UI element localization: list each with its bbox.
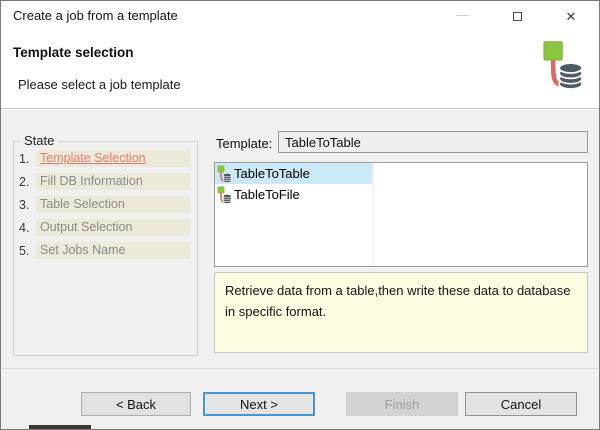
state-panel: State 1. Template Selection 2. Fill DB I…	[13, 141, 198, 356]
wizard-dialog: Create a job from a template — ✕ Templat…	[0, 0, 600, 430]
maximize-button[interactable]	[490, 1, 544, 31]
list-item-tabletofile[interactable]: TableToFile	[215, 184, 372, 205]
step-number: 5.	[19, 244, 36, 258]
cancel-button[interactable]: Cancel	[465, 392, 577, 416]
step-label: Set Jobs Name	[36, 242, 190, 259]
step-number: 3.	[19, 198, 36, 212]
finish-button[interactable]: Finish	[346, 392, 458, 416]
caption-buttons: — ✕	[436, 1, 598, 31]
back-button[interactable]: < Back	[81, 392, 191, 416]
job-template-icon	[217, 186, 232, 204]
minimize-icon: —	[457, 8, 470, 21]
wizard-step-output-selection: 4. Output Selection	[19, 219, 190, 236]
page-subtitle: Please select a job template	[18, 77, 181, 92]
job-template-icon	[542, 39, 584, 91]
step-label: Template Selection	[36, 150, 190, 167]
close-icon: ✕	[566, 10, 577, 23]
template-name-field[interactable]	[278, 131, 588, 153]
wizard-step-table-selection: 3. Table Selection	[19, 196, 190, 213]
close-button[interactable]: ✕	[544, 1, 598, 31]
step-number: 2.	[19, 175, 36, 189]
job-template-icon	[217, 165, 232, 183]
titlebar: Create a job from a template — ✕	[1, 1, 599, 31]
template-list[interactable]: TableToTable TableToFile	[214, 162, 588, 267]
wizard-step-set-jobs-name: 5. Set Jobs Name	[19, 242, 190, 259]
background-window-artifact	[29, 425, 91, 429]
template-field-label: Template:	[216, 136, 272, 151]
template-description: Retrieve data from a table,then write th…	[214, 272, 588, 353]
list-item-label: TableToFile	[234, 187, 300, 202]
minimize-button[interactable]: —	[436, 1, 490, 31]
list-item-tabletotable[interactable]: TableToTable	[215, 163, 372, 184]
wizard-content: State 1. Template Selection 2. Fill DB I…	[1, 110, 599, 368]
step-label: Output Selection	[36, 219, 190, 236]
step-number: 1.	[19, 152, 36, 166]
step-label: Table Selection	[36, 196, 190, 213]
state-panel-title: State	[20, 133, 58, 148]
list-item-label: TableToTable	[234, 166, 310, 181]
button-bar: < Back Next > Finish Cancel	[1, 368, 599, 429]
page-title: Template selection	[13, 45, 134, 60]
window-title: Create a job from a template	[13, 1, 178, 31]
wizard-step-template-selection: 1. Template Selection	[19, 150, 190, 167]
next-button[interactable]: Next >	[203, 392, 315, 416]
list-column-divider	[373, 163, 374, 266]
step-label: Fill DB Information	[36, 173, 190, 190]
wizard-header: Template selection Please select a job t…	[1, 31, 599, 109]
step-number: 4.	[19, 221, 36, 235]
wizard-step-fill-db-information: 2. Fill DB Information	[19, 173, 190, 190]
maximize-icon	[513, 12, 522, 21]
wizard-steps: 1. Template Selection 2. Fill DB Informa…	[14, 142, 197, 259]
